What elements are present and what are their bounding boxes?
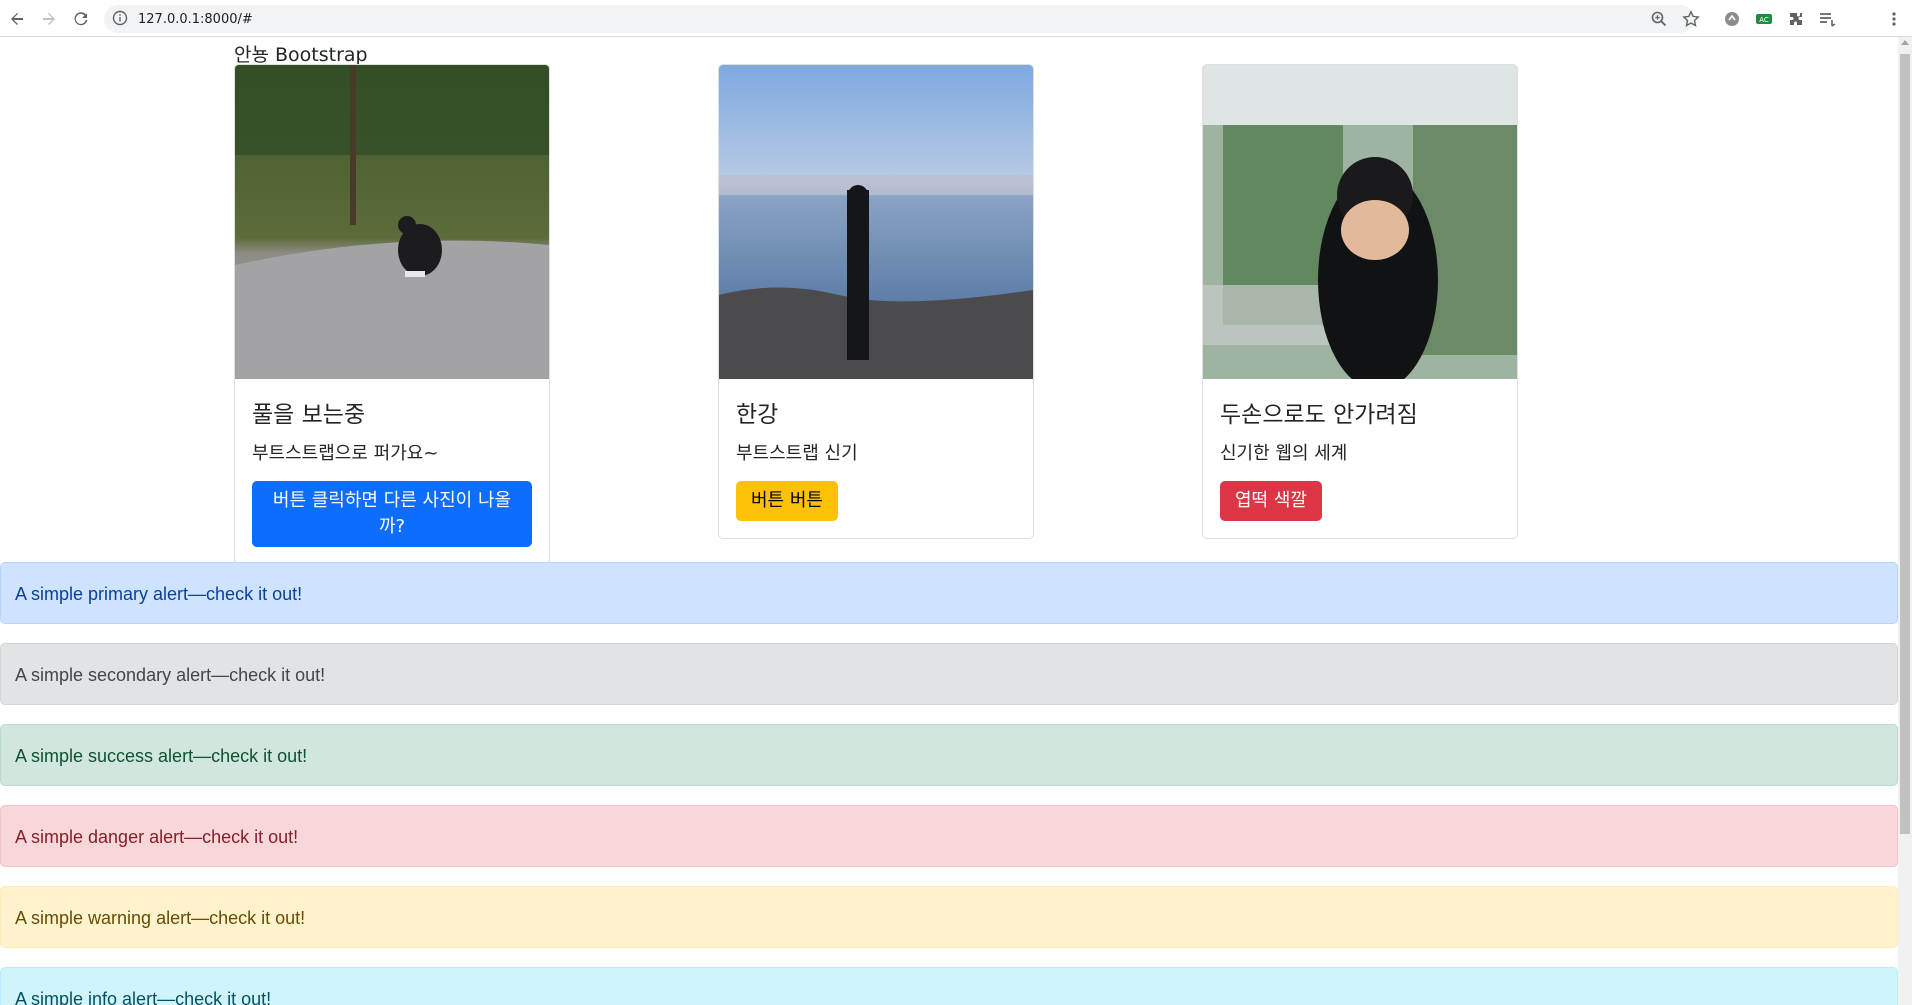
alert-danger: A simple danger alert—check it out! xyxy=(0,805,1898,867)
extension-icon[interactable]: AC xyxy=(1753,8,1775,30)
alert-secondary: A simple secondary alert—check it out! xyxy=(0,643,1898,705)
card-image xyxy=(719,65,1033,379)
card-title: 두손으로도 안가려짐 xyxy=(1220,402,1418,428)
page-viewport: 안뇽 Bootstrap 풀을 보는중 부트스트랩으로 퍼가요~ 버튼 클릭하면… xyxy=(0,37,1898,1005)
reading-list-icon[interactable] xyxy=(1817,8,1839,30)
info-icon[interactable] xyxy=(112,10,128,31)
card: 두손으로도 안가려짐 신기한 웹의 세계 엽떡 색깔 xyxy=(1202,64,1518,539)
reload-icon[interactable] xyxy=(69,7,93,31)
forward-icon[interactable] xyxy=(37,7,61,31)
scroll-up-icon[interactable] xyxy=(1901,40,1909,45)
card-title: 풀을 보는중 xyxy=(252,402,366,428)
zoom-icon[interactable] xyxy=(1650,10,1668,33)
page-title: 안뇽 Bootstrap xyxy=(234,44,368,66)
card-button[interactable]: 버튼 버튼 xyxy=(736,481,838,521)
url-text: 127.0.0.1:8000/# xyxy=(138,12,253,27)
card-image xyxy=(1203,65,1517,379)
alert-warning: A simple warning alert—check it out! xyxy=(0,886,1898,948)
menu-icon[interactable] xyxy=(1883,8,1905,30)
address-bar[interactable]: 127.0.0.1:8000/# xyxy=(104,5,1700,33)
scrollbar-thumb[interactable] xyxy=(1900,54,1910,834)
back-icon[interactable] xyxy=(5,7,29,31)
star-icon[interactable] xyxy=(1682,10,1700,33)
card-title: 한강 xyxy=(736,402,779,428)
card: 풀을 보는중 부트스트랩으로 퍼가요~ 버튼 클릭하면 다른 사진이 나올까? xyxy=(234,64,550,565)
card-text: 부트스트랩으로 퍼가요~ xyxy=(252,443,439,464)
alert-success: A simple success alert—check it out! xyxy=(0,724,1898,786)
alert-primary: A simple primary alert—check it out! xyxy=(0,562,1898,624)
alert-info: A simple info alert—check it out! xyxy=(0,967,1898,1005)
card-button[interactable]: 버튼 클릭하면 다른 사진이 나올까? xyxy=(252,481,532,547)
svg-text:AC: AC xyxy=(1759,16,1769,24)
extension-icon[interactable] xyxy=(1721,8,1743,30)
card-button[interactable]: 엽떡 색깔 xyxy=(1220,481,1322,521)
card-image xyxy=(235,65,549,379)
puzzle-icon[interactable] xyxy=(1785,8,1807,30)
card-text: 부트스트랩 신기 xyxy=(736,443,858,464)
card-text: 신기한 웹의 세계 xyxy=(1220,443,1348,464)
card: 한강 부트스트랩 신기 버튼 버튼 xyxy=(718,64,1034,539)
browser-toolbar: 127.0.0.1:8000/# AC xyxy=(0,0,1912,37)
